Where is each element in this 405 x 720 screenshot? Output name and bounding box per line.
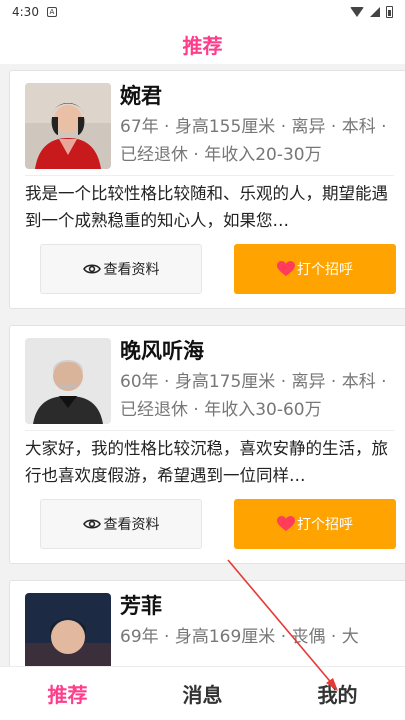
profile-bio: 我是一个比较性格比较随和、乐观的人，期望能遇到一个成熟稳重的知心人，如果您…	[25, 184, 388, 230]
greet-button[interactable]: 打个招呼	[234, 499, 396, 549]
greet-label: 打个招呼	[297, 517, 353, 533]
view-profile-label: 查看资料	[103, 262, 160, 278]
view-profile-button[interactable]: 查看资料	[40, 499, 202, 549]
avatar-woman-red-dress-icon	[25, 83, 111, 169]
view-profile-button[interactable]: 查看资料	[40, 244, 202, 294]
avatar[interactable]	[25, 593, 111, 666]
page-title: 推荐	[182, 33, 223, 58]
profile-name: 晚风听海	[120, 339, 204, 363]
nav-tab-me[interactable]: 我的	[270, 667, 405, 720]
avatar-short-haired-woman-icon	[25, 593, 111, 666]
avatar[interactable]	[25, 338, 111, 424]
status-icons	[350, 6, 393, 18]
profile-name: 婉君	[120, 84, 162, 108]
view-profile-label: 查看资料	[103, 517, 160, 533]
profile-feed[interactable]: 婉君 67年 · 身高155厘米 · 离异 · 本科 · 已经退休 · 年收入2…	[0, 64, 405, 666]
notification-a-icon: A	[46, 7, 57, 17]
avatar-grey-haired-man-icon	[25, 338, 111, 424]
profile-meta: 69年 · 身高169厘米 · 丧偶 · 大	[120, 627, 359, 647]
profile-name: 芳菲	[120, 594, 162, 618]
eye-icon	[82, 264, 101, 274]
wifi-icon	[350, 7, 364, 17]
header: 推荐	[0, 24, 405, 64]
profile-meta: 60年 · 身高175厘米 · 离异 · 本科 · 已经退休 · 年收入30-6…	[120, 372, 387, 420]
bottom-nav: 推荐 消息 我的	[0, 666, 405, 720]
greet-button[interactable]: 打个招呼	[234, 244, 396, 294]
heart-icon	[277, 516, 295, 531]
divider	[25, 430, 394, 431]
profile-card[interactable]: 晚风听海 60年 · 身高175厘米 · 离异 · 本科 · 已经退休 · 年收…	[9, 325, 405, 564]
profile-card[interactable]: 婉君 67年 · 身高155厘米 · 离异 · 本科 · 已经退休 · 年收入2…	[9, 70, 405, 309]
battery-icon	[386, 6, 393, 18]
heart-icon	[277, 261, 295, 276]
status-bar: 4:30 A	[0, 0, 405, 24]
signal-icon	[370, 7, 380, 17]
greet-label: 打个招呼	[297, 262, 353, 278]
profile-card[interactable]: 芳菲 69年 · 身高169厘米 · 丧偶 · 大	[9, 580, 405, 666]
avatar[interactable]	[25, 83, 111, 169]
profile-bio: 大家好，我的性格比较沉稳，喜欢安静的生活，旅行也喜欢度假游，希望遇到一位同样…	[25, 439, 388, 485]
profile-meta: 67年 · 身高155厘米 · 离异 · 本科 · 已经退休 · 年收入20-3…	[120, 117, 387, 165]
divider	[25, 175, 394, 176]
nav-tab-messages[interactable]: 消息	[135, 667, 270, 720]
status-time: 4:30	[12, 5, 39, 19]
eye-icon	[82, 519, 101, 529]
nav-tab-recommend[interactable]: 推荐	[0, 667, 135, 720]
